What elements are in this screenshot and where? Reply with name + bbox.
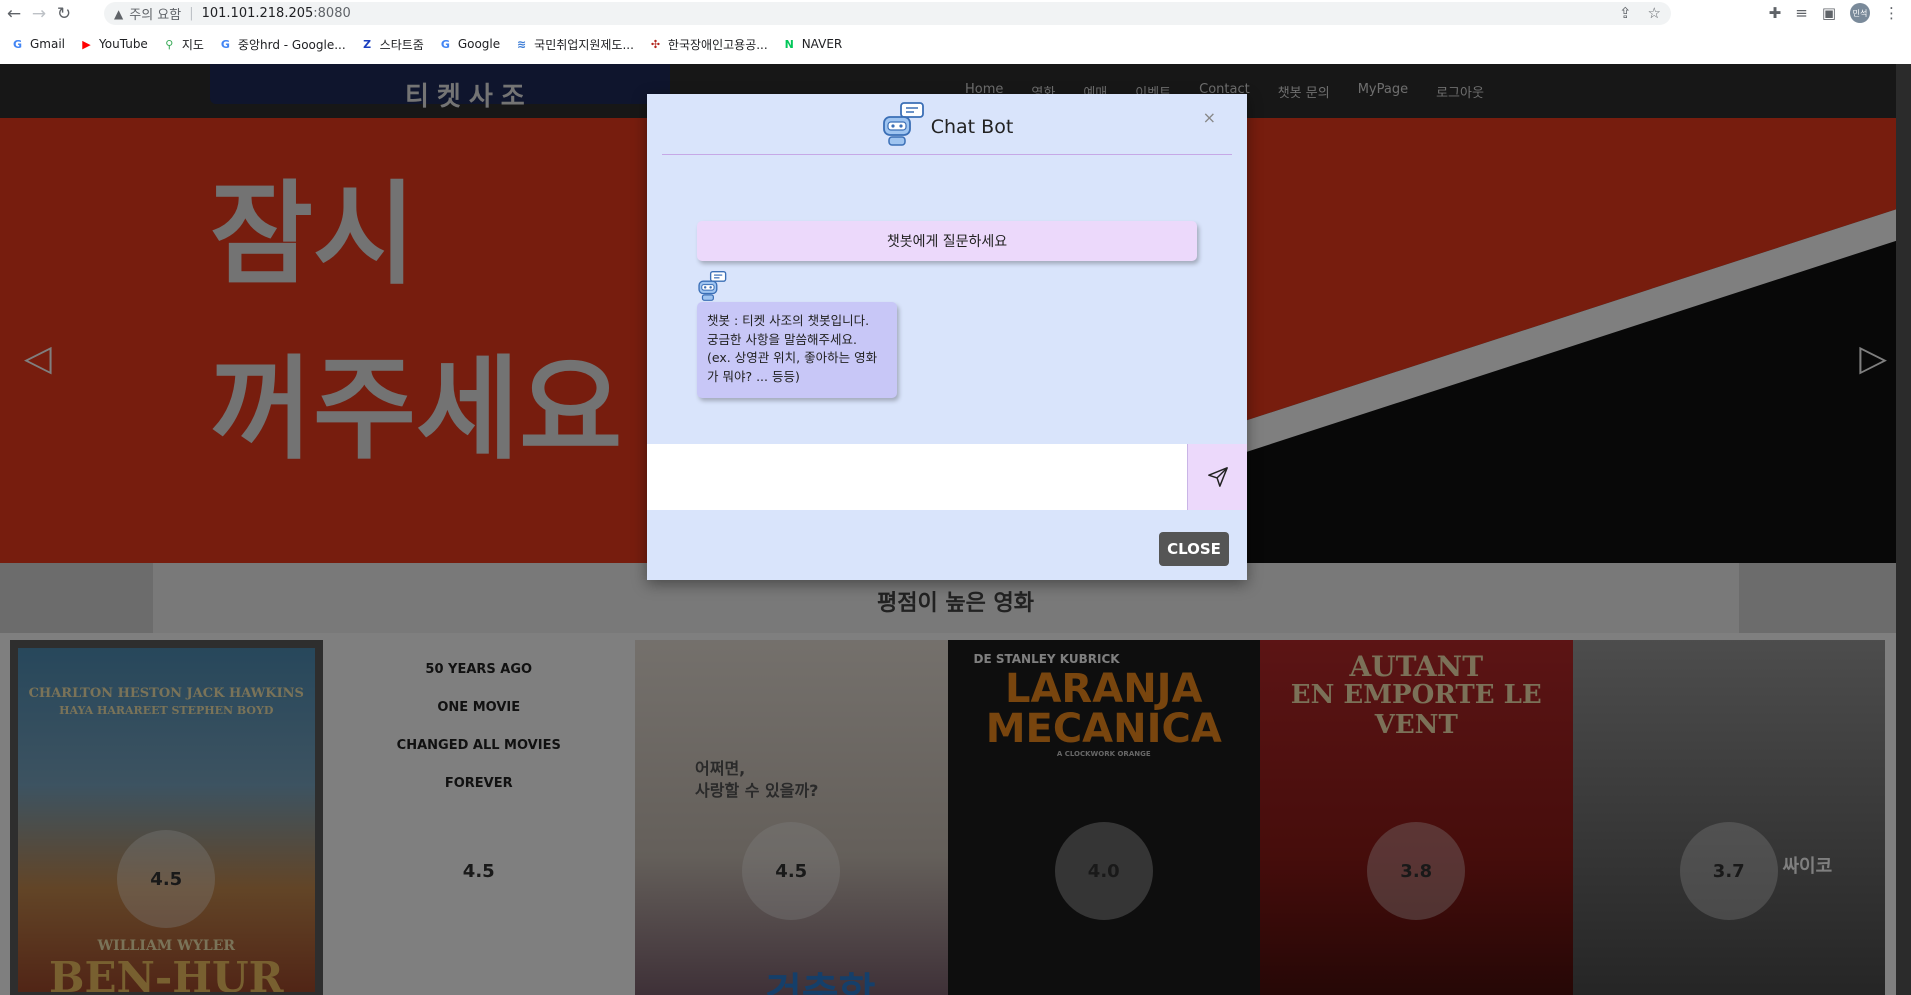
- bookmark-icon: G: [12, 37, 23, 51]
- modal-header: Chat Bot ×: [662, 94, 1232, 155]
- star-icon[interactable]: ☆: [1648, 4, 1661, 22]
- bookmark-label: NAVER: [801, 37, 843, 51]
- divider: |: [189, 6, 194, 21]
- screen: ← → ↻ ▲ 주의 요함 | 101.101.218.205:8080 ⇪ ☆…: [0, 0, 1911, 995]
- bookmark-item[interactable]: ⚲ 지도: [162, 36, 204, 53]
- back-icon[interactable]: ←: [3, 3, 25, 25]
- bookmark-icon: ⚲: [165, 37, 174, 51]
- scrollbar[interactable]: [1896, 64, 1911, 995]
- bookmark-item[interactable]: ≋ 국민취업지원제도...: [514, 36, 634, 53]
- bot-message-line: 가 뭐야? ... 등등): [707, 368, 800, 384]
- share-icon[interactable]: ⇪: [1619, 4, 1632, 22]
- bookmark-icon: G: [220, 37, 230, 51]
- bookmark-item[interactable]: G Google: [438, 37, 500, 52]
- bookmark-label: Google: [457, 37, 501, 51]
- bookmark-item[interactable]: Z 스타트줌: [360, 36, 424, 53]
- close-button[interactable]: CLOSE: [1159, 532, 1229, 566]
- bookmark-item[interactable]: G Gmail: [10, 37, 65, 52]
- robot-icon: [697, 270, 727, 302]
- modal-title: Chat Bot: [930, 116, 1014, 138]
- chat-input[interactable]: [647, 444, 1187, 510]
- omnibox-actions: ⇪ ☆: [1619, 4, 1661, 22]
- send-button[interactable]: [1187, 444, 1247, 510]
- bookmark-item[interactable]: ✣ 한국장애인고용공...: [648, 36, 768, 53]
- extensions-icon[interactable]: ✚: [1769, 4, 1782, 22]
- bookmark-label: 중앙hrd - Google...: [237, 37, 346, 52]
- bookmark-icon: ≋: [517, 37, 527, 51]
- url-port[interactable]: :8080: [313, 6, 350, 21]
- bookmark-label: 국민취업지원제도...: [534, 37, 634, 52]
- bookmark-item[interactable]: N NAVER: [782, 37, 843, 52]
- warning-icon: ▲: [114, 6, 124, 21]
- bookmarks-bar: G Gmail ▶ YouTube ⚲ 지도 G 중앙hrd - Google... Z 스타트줌…: [0, 33, 1911, 55]
- bookmark-item[interactable]: G 중앙hrd - Google...: [218, 36, 346, 53]
- address-bar[interactable]: ▲ 주의 요함 | 101.101.218.205:8080: [104, 2, 1671, 25]
- bot-message-line: 챗봇 : 티켓 사조의 챗봇입니다.: [707, 313, 870, 328]
- bot-message-line: 궁금한 사항을 말씀해주세요.: [707, 331, 857, 347]
- menu-icon[interactable]: ⋮: [1884, 4, 1899, 22]
- url-host[interactable]: 101.101.218.205: [202, 6, 314, 21]
- bookmark-item[interactable]: ▶ YouTube: [79, 37, 148, 52]
- bookmark-icon: N: [784, 37, 794, 51]
- send-icon: [1207, 467, 1228, 487]
- bookmark-icon: ✣: [650, 37, 661, 51]
- bot-message-line: (ex. 상영관 위치, 좋아하는 영화: [707, 350, 878, 365]
- bookmark-label: Gmail: [30, 37, 66, 51]
- bookmark-icon: ▶: [82, 37, 91, 51]
- chat-input-row: [647, 444, 1247, 510]
- robot-icon: [881, 101, 925, 147]
- bookmark-label: 스타트줌: [379, 37, 424, 52]
- bot-message: 챗봇 : 티켓 사조의 챗봇입니다. 궁금한 사항을 말씀해주세요. (ex. …: [697, 302, 897, 398]
- forward-icon[interactable]: →: [28, 3, 50, 25]
- browser-toolbar: ← → ↻ ▲ 주의 요함 | 101.101.218.205:8080 ⇪ ☆…: [0, 0, 1911, 27]
- user-message: 챗봇에게 질문하세요: [697, 221, 1197, 261]
- close-icon[interactable]: ×: [1203, 108, 1216, 127]
- avatar[interactable]: 민석: [1850, 3, 1870, 23]
- bookmark-label: 한국장애인고용공...: [667, 37, 768, 52]
- reload-icon[interactable]: ↻: [53, 3, 75, 25]
- bookmark-icon: Z: [363, 37, 372, 51]
- bookmark-label: 지도: [181, 37, 204, 52]
- toolbar-actions: ✚ ≡ ▣ 민석 ⋮: [1769, 3, 1899, 23]
- chatbot-modal: Chat Bot × 챗봇에게 질문하세요 챗봇 : 티켓 사조의 챗봇입니다.…: [647, 94, 1247, 580]
- bookmark-icon: G: [440, 37, 450, 51]
- security-label[interactable]: 주의 요함: [129, 4, 181, 23]
- media-icon[interactable]: ≡: [1795, 4, 1808, 22]
- bookmark-label: YouTube: [99, 37, 148, 51]
- side-panel-icon[interactable]: ▣: [1822, 4, 1836, 22]
